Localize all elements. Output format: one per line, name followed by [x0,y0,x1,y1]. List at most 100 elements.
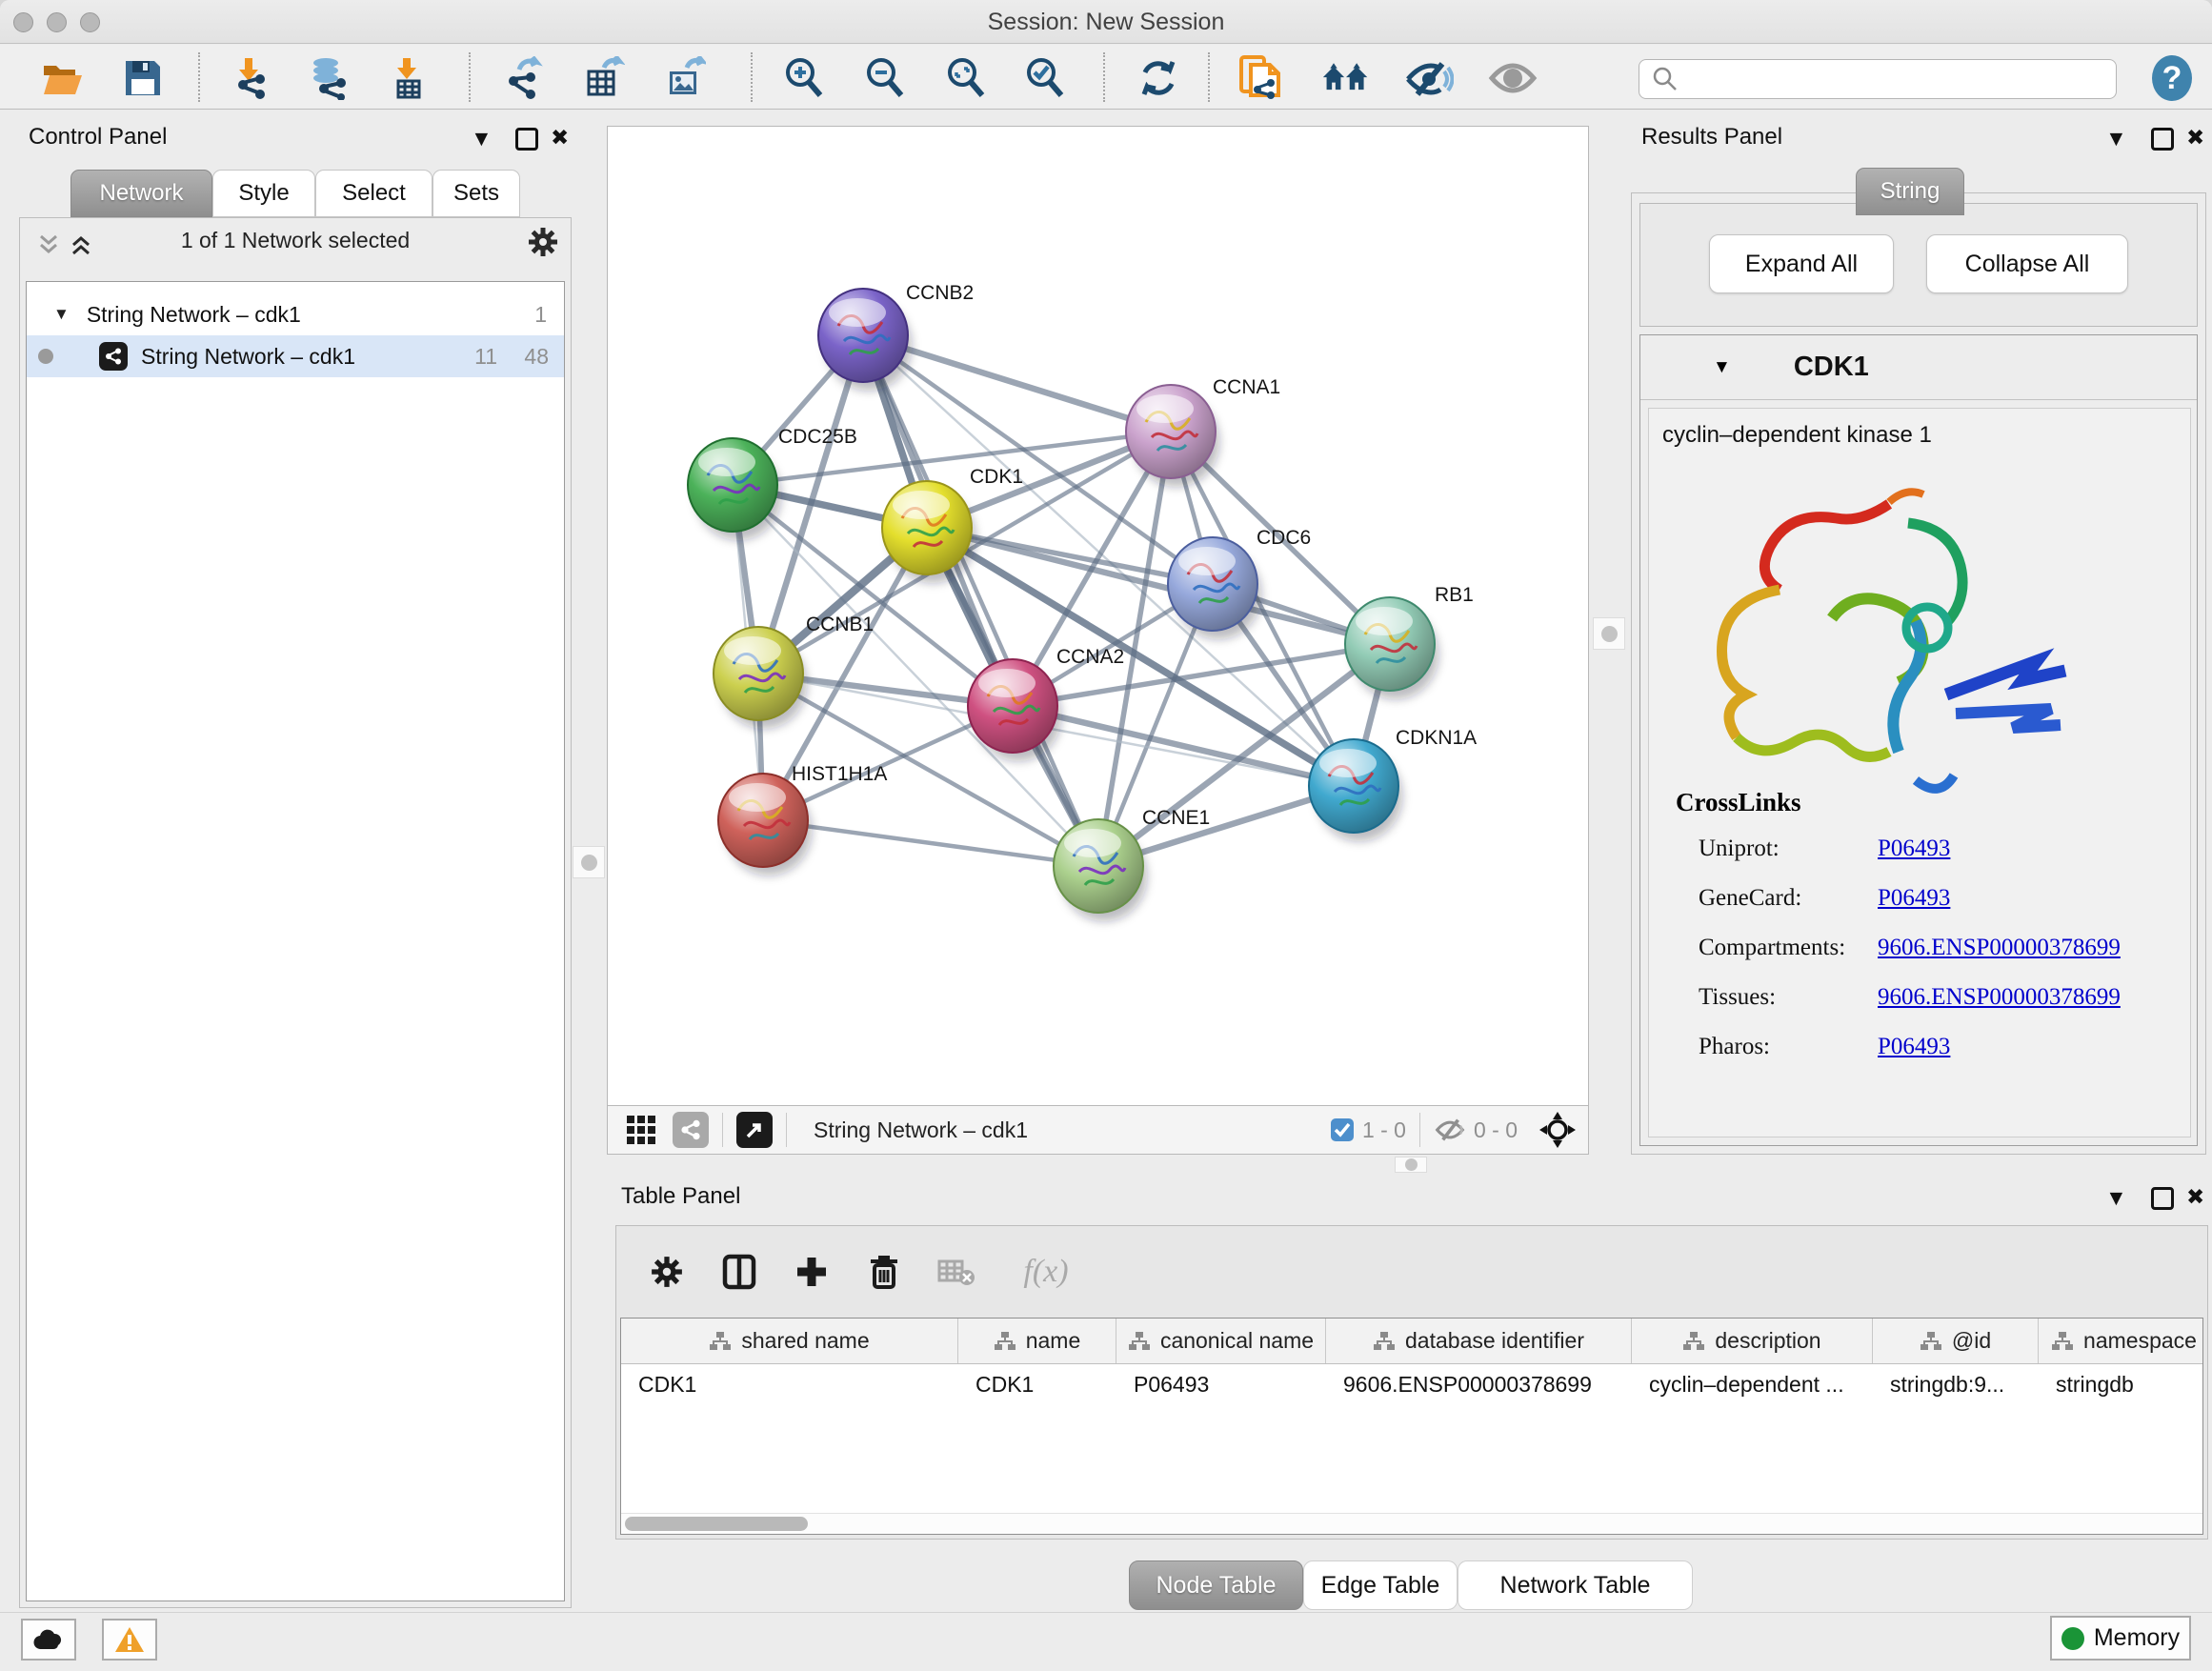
network-node-CDC25B[interactable] [688,438,781,540]
warning-status-button[interactable] [102,1619,157,1661]
column-header-shared-name[interactable]: shared name [621,1319,958,1363]
results-buttons-box: Expand All Collapse All [1639,203,2198,327]
network-node-CDKN1A[interactable] [1309,739,1402,841]
function-builder-icon[interactable]: f(x) [1003,1244,1089,1299]
crosslink-link[interactable]: P06493 [1878,885,1950,912]
results-panel-close-icon[interactable]: ✖ [2186,125,2204,150]
table-panel-close-icon[interactable]: ✖ [2186,1184,2204,1209]
export-network-icon[interactable] [497,53,547,103]
column-header--id[interactable]: @id [1873,1319,2039,1363]
zoom-selected-icon[interactable] [1020,53,1070,103]
network-canvas[interactable]: CCNB2CCNA1CDC25BCDK1CDC6RB1CCNB1CCNA2CDK… [607,126,1589,1105]
control-panel-collapse-icon[interactable]: ▼ [471,126,493,151]
apply-layout-icon[interactable] [1134,53,1183,103]
collapse-all-button[interactable]: Collapse All [1926,234,2128,293]
open-file-icon[interactable] [37,53,87,103]
control-panel-close-icon[interactable]: ✖ [551,125,569,150]
export-table-icon[interactable] [578,53,628,103]
table-options-gear-icon[interactable] [639,1244,694,1299]
column-header-canonical-name[interactable]: canonical name [1116,1319,1326,1363]
network-overview-icon[interactable] [673,1112,709,1148]
import-table-file-icon[interactable] [383,53,432,103]
hide-selected-eye-icon[interactable] [1404,53,1454,103]
control-panel-float-icon[interactable] [515,128,538,151]
column-header-database-identifier[interactable]: database identifier [1326,1319,1632,1363]
first-neighbors-icon[interactable] [1321,53,1371,103]
column-header-namespace[interactable]: namespace [2039,1319,2203,1363]
gene-details-box: cyclin–dependent kinase 1 CrossLinks Uni… [1648,408,2191,1137]
expand-all-button[interactable]: Expand All [1709,234,1894,293]
network-node-CDK1[interactable] [882,481,975,583]
birdseye-grid-icon[interactable] [625,1114,657,1146]
column-header-name[interactable]: name [958,1319,1116,1363]
network-node-CCNE1[interactable] [1054,819,1147,921]
network-options-gear-icon[interactable] [527,226,559,258]
bottom-splitter-handle[interactable] [1395,1157,1427,1173]
results-panel-collapse-icon[interactable]: ▼ [2105,126,2127,151]
hierarchy-column-icon [2051,1331,2074,1352]
show-all-eye-icon[interactable] [1488,53,1538,103]
section-collapse-icon[interactable]: ▼ [1713,357,1731,378]
gene-section-header[interactable]: ▼ CDK1 [1640,335,2197,400]
column-header-description[interactable]: description [1632,1319,1873,1363]
cloud-status-button[interactable] [21,1619,76,1661]
zoom-out-icon[interactable] [860,53,910,103]
delete-column-trash-icon[interactable] [856,1244,912,1299]
crosslink-link[interactable]: 9606.ENSP00000378699 [1878,935,2121,961]
network-row-selected[interactable]: String Network – cdk1 11 48 [27,335,564,377]
tab-sets[interactable]: Sets [432,170,520,217]
network-node-CDC6[interactable] [1168,537,1261,639]
toolbar-separator [198,52,200,102]
table-row[interactable]: CDK1CDK1P064939606.ENSP00000378699cyclin… [621,1364,2202,1406]
import-network-file-icon[interactable] [225,53,274,103]
network-edge[interactable] [763,820,1098,866]
node-label: CDC25B [778,426,857,448]
selected-checkbox-icon[interactable] [1330,1117,1355,1142]
crosslink-link[interactable]: 9606.ENSP00000378699 [1878,984,2121,1011]
tab-node-table[interactable]: Node Table [1129,1560,1303,1610]
tab-network-table[interactable]: Network Table [1458,1560,1693,1610]
center-view-crosshair-icon[interactable] [1538,1111,1577,1149]
scrollbar-thumb[interactable] [625,1517,808,1531]
tab-edge-table[interactable]: Edge Table [1303,1560,1458,1610]
hidden-eye-icon[interactable] [1434,1117,1466,1143]
network-node-CCNA1[interactable] [1126,385,1219,487]
edge-layer [733,335,1390,866]
network-node-RB1[interactable] [1345,597,1438,699]
save-session-icon[interactable] [118,53,168,103]
network-node-HIST1H1A[interactable] [718,774,812,876]
node-label: CDK1 [970,466,1023,488]
network-graph[interactable]: CCNB2CCNA1CDC25BCDK1CDC6RB1CCNB1CCNA2CDK… [608,127,1590,1106]
zoom-in-icon[interactable] [779,53,829,103]
detach-view-icon[interactable] [736,1112,773,1148]
table-panel-collapse-icon[interactable]: ▼ [2105,1185,2127,1210]
table-panel-float-icon[interactable] [2151,1187,2174,1210]
export-image-icon[interactable] [659,53,709,103]
tree-expand-icon[interactable]: ▼ [53,305,70,324]
network-edge[interactable] [1013,706,1354,786]
crosslink-link[interactable]: P06493 [1878,836,1950,862]
crosslink-link[interactable]: P06493 [1878,1034,1950,1060]
memory-button[interactable]: Memory [2050,1616,2191,1661]
zoom-fit-icon[interactable] [941,53,991,103]
table-panel-title: Table Panel [621,1183,740,1210]
column-header-label: canonical name [1160,1328,1314,1354]
tab-network[interactable]: Network [70,170,212,217]
search-input[interactable] [1687,62,2116,96]
import-network-database-icon[interactable] [304,53,353,103]
crosslink-label: Pharos: [1699,1034,1770,1059]
create-column-plus-icon[interactable] [784,1244,839,1299]
right-splitter-handle[interactable] [1593,617,1625,650]
left-splitter-handle[interactable] [573,846,605,878]
network-collection-row[interactable]: ▼ String Network – cdk1 1 [27,293,564,335]
tab-string[interactable]: String [1856,168,1964,215]
clone-network-icon[interactable] [1237,53,1286,103]
delete-table-icon[interactable] [929,1244,984,1299]
help-icon[interactable]: ? [2147,53,2197,103]
results-panel-float-icon[interactable] [2151,128,2174,151]
tab-style[interactable]: Style [212,170,315,217]
show-columns-icon[interactable] [712,1244,767,1299]
network-edge[interactable] [863,335,1098,866]
tab-select[interactable]: Select [315,170,432,217]
network-node-CCNB2[interactable] [818,289,912,391]
